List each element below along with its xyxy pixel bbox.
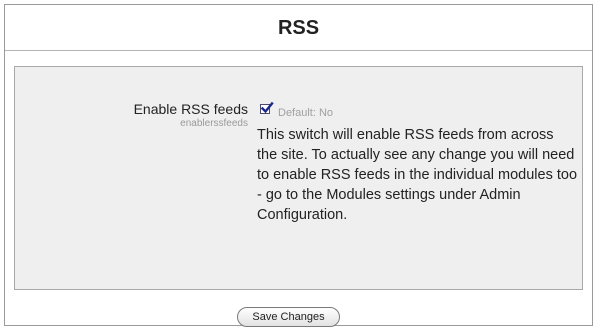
- settings-panel: Enable RSS feeds enablerssfeeds Default:…: [14, 66, 583, 290]
- setting-internal-name: enablerssfeeds: [180, 118, 248, 129]
- admin-settings-page: RSS Enable RSS feeds enablerssfeeds Defa…: [4, 4, 593, 327]
- setting-description: This switch will enable RSS feeds from a…: [257, 127, 578, 223]
- save-changes-button[interactable]: Save Changes: [237, 307, 340, 327]
- default-value-note: Default: No: [278, 107, 334, 119]
- page-title: RSS: [277, 17, 320, 39]
- setting-label: Enable RSS feeds: [133, 101, 248, 117]
- checkmark-icon: [260, 101, 274, 114]
- enable-rss-checkbox[interactable]: [260, 101, 274, 114]
- title-divider: [5, 50, 592, 51]
